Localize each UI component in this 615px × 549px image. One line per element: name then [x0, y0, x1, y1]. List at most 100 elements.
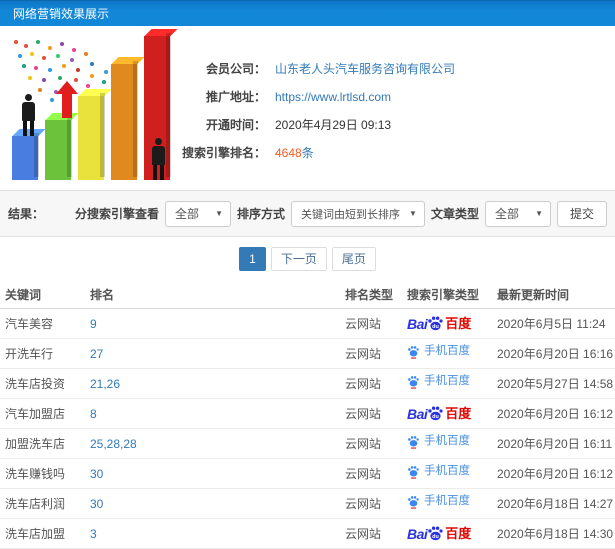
page-title: 网络营销效果展示: [13, 7, 110, 21]
table-row: 洗车店投资 21,26 云网站 Bai du 百度: [0, 368, 615, 399]
info-row-url: 推广地址： https://www.lrtlsd.com: [168, 88, 455, 105]
hero-bar-blue: [12, 133, 39, 180]
mobile-baidu-paw-icon: [408, 346, 419, 359]
rank-type-cell: 云网站: [340, 488, 402, 519]
table-header-row: 关键词 排名 排名类型 搜索引擎类型 最新更新时间: [0, 280, 615, 309]
rank-link[interactable]: 8: [90, 407, 97, 421]
updated-cell: 2020年6月5日 11:24: [492, 308, 615, 339]
baidu-logo: Bai du 百度: [407, 315, 471, 332]
col-header-keyword: 关键词: [0, 280, 85, 309]
updated-cell: 2020年6月20日 16:12: [492, 398, 615, 429]
rank-cell: 3: [85, 518, 340, 549]
table-row: 汽车加盟店 8 云网站 Bai du 百度 2020年6月20日 16:12: [0, 398, 615, 429]
mobile-baidu-paw-icon: [408, 496, 419, 509]
baidu-logo-cn: 百度: [445, 316, 472, 331]
rank-cell: 21,26: [85, 368, 340, 399]
company-info: 会员公司： 山东老人头汽车服务咨询有限公司 推广地址： https://www.…: [168, 60, 455, 172]
info-row-rank-count: 搜索引擎排名： 4648条: [168, 144, 455, 161]
info-row-company: 会员公司： 山东老人头汽车服务咨询有限公司: [168, 60, 455, 77]
baidu-logo: Bai du 百度: [407, 405, 471, 422]
engine-cell: Bai du 百度 手机百度: [402, 308, 492, 339]
info-row-open-date: 开通时间： 2020年4月29日 09:13: [168, 116, 455, 133]
rank-type-cell: 云网站: [340, 518, 402, 549]
promo-url-link[interactable]: https://www.lrtlsd.com: [275, 90, 391, 104]
company-name-link[interactable]: 山东老人头汽车服务咨询有限公司: [275, 60, 455, 77]
submit-button[interactable]: 提交: [556, 200, 607, 227]
rank-link[interactable]: 27: [90, 347, 103, 361]
baidu-logo-bai: Bai: [407, 405, 428, 422]
engine-cell: Bai du 百度 手机百度: [402, 368, 492, 399]
updated-cell: 2020年6月20日 16:16: [492, 338, 615, 369]
rank-cell: 8: [85, 398, 340, 429]
keyword-cell: 洗车店利润: [0, 488, 85, 519]
next-page-button[interactable]: 下一页: [270, 246, 327, 271]
table-row: 加盟洗车店 25,28,28 云网站 Bai du 百度: [0, 428, 615, 459]
rank-cell: 9: [85, 308, 340, 339]
hero-bar-yellow: [78, 93, 105, 180]
keyword-cell: 加盟洗车店: [0, 428, 85, 459]
engine-cell: Bai du 百度 手机百度: [402, 428, 492, 459]
mobile-baidu-label: 手机百度: [424, 345, 470, 358]
engine-view-selected: 全部: [175, 207, 200, 221]
rank-link[interactable]: 21,26: [90, 377, 120, 391]
results-table-body: 汽车美容 9 云网站 Bai du 百度 2020年6月5日 11:24 开洗车…: [0, 308, 615, 549]
results-label: 结果：: [8, 207, 45, 221]
rank-type-cell: 云网站: [340, 398, 402, 429]
table-row: 开洗车行 27 云网站 Bai du 百度: [0, 338, 615, 369]
rank-cell: 27: [85, 338, 340, 369]
baidu-paw-icon: du: [428, 526, 443, 541]
col-header-engine-type: 搜索引擎类型: [402, 280, 492, 309]
rank-cell: 30: [85, 488, 340, 519]
sort-select[interactable]: 关键词由短到长排序 ▼: [291, 200, 425, 227]
table-row: 洗车店利润 30 云网站 Bai du 百度: [0, 488, 615, 519]
mobile-baidu-logo: 手机百度: [407, 495, 470, 509]
table-row: 汽车美容 9 云网站 Bai du 百度 2020年6月5日 11:24: [0, 308, 615, 339]
baidu-paw-icon: du: [428, 316, 443, 331]
page-button-current[interactable]: 1: [239, 246, 266, 271]
pagination: 1 下一页 尾页: [0, 237, 615, 280]
company-label: 会员公司：: [205, 62, 266, 76]
table-row: 洗车店加盟 3 云网站 Bai du 百度 2020年6月18日 14:30: [0, 518, 615, 549]
rank-count-unit: 条: [301, 146, 314, 160]
rank-link[interactable]: 3: [90, 527, 97, 541]
rank-link[interactable]: 30: [90, 467, 103, 481]
info-section: 会员公司： 山东老人头汽车服务咨询有限公司 推广地址： https://www.…: [0, 26, 615, 191]
up-arrow-icon: [56, 81, 78, 118]
rank-link[interactable]: 9: [90, 317, 97, 331]
promo-url-label: 推广地址：: [205, 90, 266, 104]
rank-link[interactable]: 30: [90, 497, 103, 511]
hero-bar-green: [45, 117, 72, 180]
svg-text:du: du: [432, 324, 439, 330]
mobile-baidu-label: 手机百度: [424, 375, 470, 388]
open-date-label: 开通时间：: [205, 118, 266, 132]
article-type-selected: 全部: [494, 207, 519, 221]
app-header: 网络营销效果展示: [0, 0, 615, 26]
article-type-select[interactable]: 全部 ▼: [484, 200, 551, 227]
updated-cell: 2020年6月18日 14:30: [492, 518, 615, 549]
businessman-right-figure: [152, 138, 165, 180]
updated-cell: 2020年6月20日 16:12: [492, 458, 615, 489]
rank-link[interactable]: 25,28,28: [90, 437, 137, 451]
baidu-logo-bai: Bai: [407, 315, 428, 332]
svg-text:du: du: [432, 414, 439, 420]
mobile-baidu-logo: 手机百度: [407, 435, 470, 449]
mobile-baidu-logo: 手机百度: [407, 375, 470, 389]
rank-type-cell: 云网站: [340, 428, 402, 459]
article-type-label: 文章类型: [430, 207, 479, 221]
chevron-down-icon: ▼: [409, 209, 417, 218]
mobile-baidu-paw-icon: [408, 376, 419, 389]
rank-type-cell: 云网站: [340, 458, 402, 489]
results-table: 关键词 排名 排名类型 搜索引擎类型 最新更新时间 汽车美容 9 云网站 Bai…: [0, 280, 615, 549]
chevron-down-icon: ▼: [215, 209, 224, 218]
last-page-button[interactable]: 尾页: [331, 246, 376, 271]
keyword-cell: 汽车加盟店: [0, 398, 85, 429]
filter-controls: 分搜索引擎查看 全部 ▼ 排序方式 关键词由短到长排序 ▼ 文章类型 全部 ▼ …: [75, 200, 607, 227]
col-header-rank-type: 排名类型: [340, 280, 402, 309]
rank-count-value: 4648条: [275, 144, 314, 161]
engine-cell: Bai du 百度 手机百度: [402, 338, 492, 369]
svg-text:du: du: [432, 534, 439, 540]
engine-view-select[interactable]: 全部 ▼: [165, 200, 232, 227]
updated-cell: 2020年6月20日 16:11: [492, 428, 615, 459]
engine-cell: Bai du 百度 手机百度: [402, 488, 492, 519]
sort-selected: 关键词由短到长排序: [301, 208, 401, 221]
